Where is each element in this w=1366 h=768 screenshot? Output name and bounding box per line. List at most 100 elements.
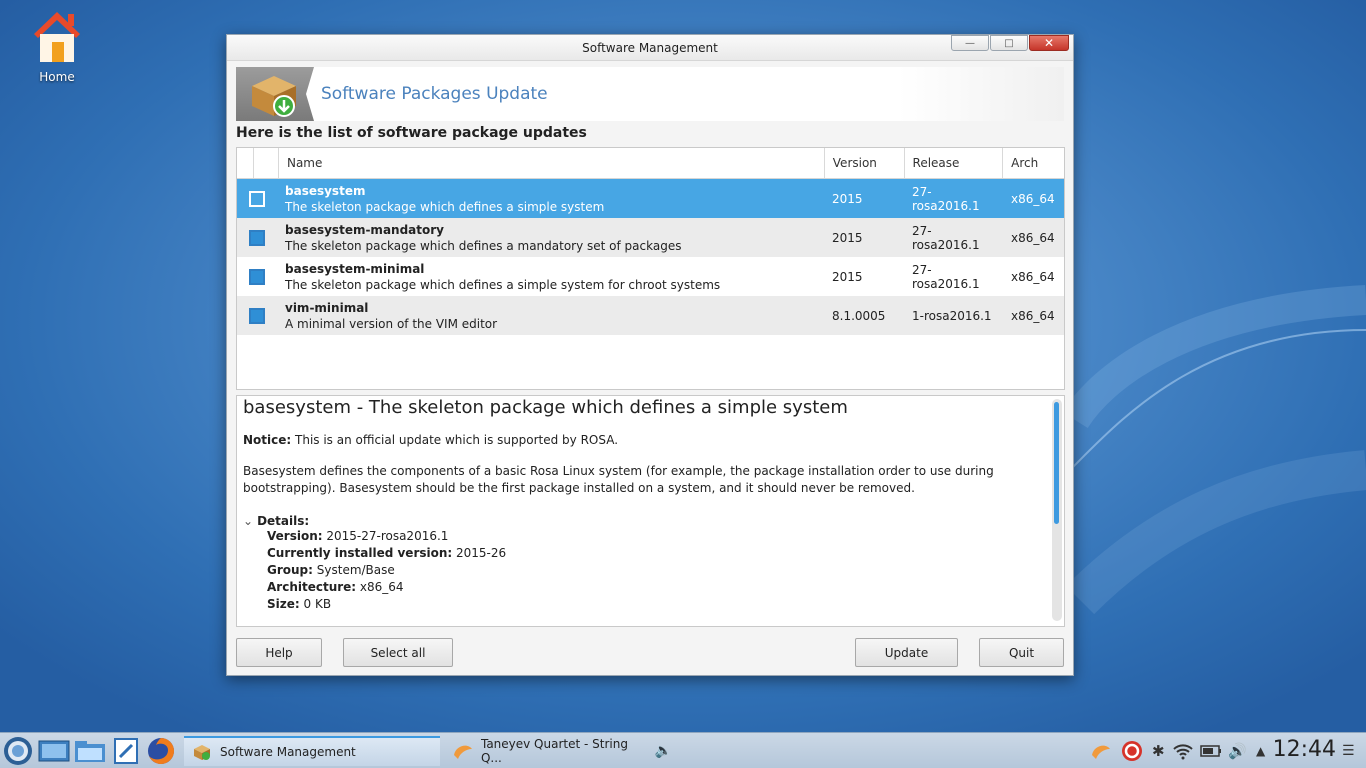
package-version: 2015 <box>832 269 863 284</box>
detail-field: Currently installed version: 2015-26 <box>267 545 1058 562</box>
maximize-button[interactable]: □ <box>990 35 1028 51</box>
package-version: 2015 <box>832 230 863 245</box>
package-release: 27-rosa2016.1 <box>912 262 980 291</box>
software-management-window: Software Management — □ ✕ Software Packa… <box>226 34 1074 676</box>
details-notice: Notice: This is an official update which… <box>243 432 1058 449</box>
column-header-name[interactable]: Name <box>279 148 825 178</box>
notice-label: Notice: <box>243 433 292 447</box>
firefox-icon[interactable] <box>146 733 176 768</box>
window-titlebar[interactable]: Software Management — □ ✕ <box>227 35 1073 61</box>
packages-table: Name Version Release Arch basesystem The… <box>236 147 1065 390</box>
home-desktop-icon[interactable]: Home <box>22 8 92 84</box>
help-button[interactable]: Help <box>236 638 322 667</box>
start-menu-button[interactable] <box>2 733 34 768</box>
package-checkbox[interactable] <box>249 268 265 285</box>
package-checkbox[interactable] <box>249 190 265 207</box>
detail-value: System/Base <box>312 563 395 577</box>
taskbar-task-music-player[interactable]: Taneyev Quartet - String Q... 🔈 <box>444 736 672 766</box>
home-folder-icon <box>34 12 80 62</box>
header-banner: Software Packages Update <box>236 67 1064 121</box>
package-row[interactable]: basesystem-minimal The skeleton package … <box>237 257 1064 296</box>
package-details-panel[interactable]: basesystem - The skeleton package which … <box>236 395 1065 627</box>
package-arch: x86_64 <box>1011 191 1055 206</box>
taskbar: Software Management Taneyev Quartet - St… <box>0 732 1366 768</box>
detail-label: Architecture: <box>267 580 357 594</box>
details-scrollbar[interactable] <box>1052 399 1062 621</box>
detail-label: Size: <box>267 597 300 611</box>
package-arch: x86_64 <box>1011 308 1055 323</box>
column-header-version[interactable]: Version <box>825 148 905 178</box>
detail-field: Size: 0 KB <box>267 596 1058 613</box>
package-arch: x86_64 <box>1011 269 1055 284</box>
task-label: Taneyev Quartet - String Q... <box>480 737 628 765</box>
package-row[interactable]: basesystem The skeleton package which de… <box>237 179 1064 218</box>
minimize-icon: — <box>965 37 975 49</box>
package-name: vim-minimal <box>285 300 369 315</box>
package-release: 27-rosa2016.1 <box>912 184 980 213</box>
battery-icon[interactable] <box>1200 733 1222 768</box>
close-icon: ✕ <box>1043 36 1055 50</box>
update-button[interactable]: Update <box>855 638 958 667</box>
home-label: Home <box>39 70 75 84</box>
package-release: 1-rosa2016.1 <box>912 308 992 323</box>
package-name: basesystem <box>285 183 366 198</box>
bluetooth-icon[interactable]: ✱ <box>1152 733 1165 768</box>
detail-field: Version: 2015-27-rosa2016.1 <box>267 528 1058 545</box>
detail-value: 0 KB <box>299 597 332 611</box>
package-description: The skeleton package which defines a sim… <box>285 277 721 292</box>
music-tray-icon[interactable] <box>1090 733 1112 768</box>
detail-label: Group: <box>267 563 313 577</box>
volume-icon[interactable]: 🔊 <box>1228 733 1247 768</box>
package-arch: x86_64 <box>1011 230 1055 245</box>
package-release: 27-rosa2016.1 <box>912 223 980 252</box>
speaker-icon: 🔈 <box>654 743 672 759</box>
task-label: Software Management <box>220 745 356 759</box>
banner-title: Software Packages Update <box>321 84 548 104</box>
update-tray-icon[interactable] <box>1120 733 1144 768</box>
column-header-release[interactable]: Release <box>905 148 1004 178</box>
file-manager-icon[interactable] <box>74 733 106 768</box>
clock[interactable]: 12:44 <box>1273 737 1336 762</box>
scrollbar-thumb[interactable] <box>1054 402 1059 524</box>
package-checkbox[interactable] <box>249 229 265 246</box>
wifi-icon[interactable] <box>1172 733 1194 768</box>
menu-icon[interactable]: ☰ <box>1342 733 1355 768</box>
detail-label: Currently installed version: <box>267 546 453 560</box>
maximize-icon: □ <box>1004 37 1014 49</box>
package-description: The skeleton package which defines a sim… <box>285 199 605 214</box>
details-label: Details: <box>257 514 310 528</box>
table-header: Name Version Release Arch <box>237 148 1064 179</box>
details-toggle[interactable]: ⌄ Details: <box>243 514 1058 528</box>
header-checkbox-column[interactable] <box>254 148 279 178</box>
package-description: A minimal version of the VIM editor <box>285 316 498 331</box>
taskbar-task-software-management[interactable]: Software Management <box>184 736 440 766</box>
details-title: basesystem - The skeleton package which … <box>243 397 848 418</box>
package-checkbox[interactable] <box>249 307 265 324</box>
package-update-icon <box>236 67 314 121</box>
details-description: Basesystem defines the components of a b… <box>243 464 994 495</box>
package-version: 8.1.0005 <box>832 308 886 323</box>
notice-text: This is an official update which is supp… <box>291 433 619 447</box>
package-row[interactable]: basesystem-mandatory The skeleton packag… <box>237 218 1064 257</box>
minimize-button[interactable]: — <box>951 35 989 51</box>
header-spacer <box>237 148 254 178</box>
window-title: Software Management <box>582 41 718 55</box>
close-button[interactable]: ✕ <box>1029 35 1069 51</box>
show-desktop-icon[interactable] <box>38 733 70 768</box>
detail-label: Version: <box>267 529 323 543</box>
quit-button[interactable]: Quit <box>979 638 1064 667</box>
detail-field: Group: System/Base <box>267 562 1058 579</box>
music-player-icon <box>454 745 472 759</box>
tray-expand-icon[interactable]: ▲ <box>1256 733 1265 768</box>
chevron-down-icon: ⌄ <box>243 514 254 528</box>
detail-value: 2015-27-rosa2016.1 <box>322 529 449 543</box>
list-heading: Here is the list of software package upd… <box>236 125 587 141</box>
package-name: basesystem-mandatory <box>285 222 444 237</box>
rosa-logo-icon <box>4 737 32 765</box>
detail-value: 2015-26 <box>452 546 507 560</box>
package-row[interactable]: vim-minimal A minimal version of the VIM… <box>237 296 1064 335</box>
text-editor-icon[interactable] <box>112 733 140 768</box>
column-header-arch[interactable]: Arch <box>1003 148 1064 178</box>
select-all-button[interactable]: Select all <box>343 638 453 667</box>
package-icon <box>194 745 210 760</box>
